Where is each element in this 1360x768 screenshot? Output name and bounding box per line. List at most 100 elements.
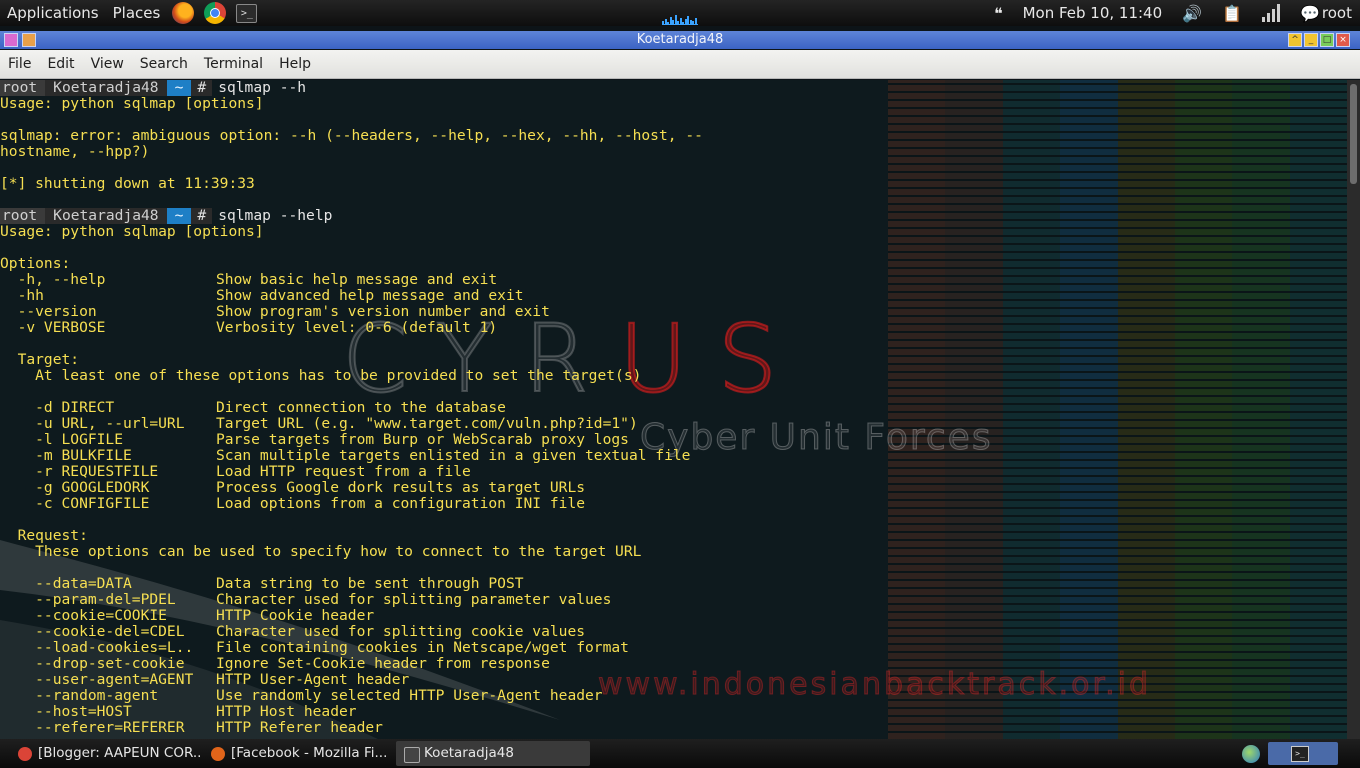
output-line: hostname, --hpp?) bbox=[0, 143, 150, 160]
help-option-line: --user-agent=AGENT HTTP User-Agent header bbox=[0, 672, 703, 688]
output-line: sqlmap: error: ambiguous option: --h (--… bbox=[0, 127, 703, 144]
option-flag: -h, --help bbox=[0, 271, 106, 288]
chrome-icon[interactable] bbox=[204, 2, 227, 24]
menu-search[interactable]: Search bbox=[132, 56, 196, 72]
output-line: These options can be used to specify how… bbox=[0, 543, 642, 560]
help-option-line: -u URL, --url=URL Target URL (e.g. "www.t… bbox=[0, 416, 703, 432]
quote-icon[interactable]: ❝ bbox=[994, 4, 1003, 23]
window-title: Koetaradja48 bbox=[636, 32, 724, 47]
help-option-line: -m BULKFILE Scan multiple targets enliste… bbox=[0, 448, 703, 464]
terminal-output: root Koetaradja48 ~ # sqlmap --h Usage: pytho… bbox=[0, 80, 703, 736]
prompt-user: root bbox=[0, 80, 46, 96]
terminal-launcher-icon[interactable]: >_ bbox=[236, 3, 258, 23]
taskbar-item-terminal[interactable]: Koetaradja48 bbox=[396, 741, 590, 766]
prompt-symbol: # bbox=[191, 80, 213, 96]
option-description: Load HTTP request from a file bbox=[216, 463, 471, 480]
output-line: At least one of these options has to be … bbox=[0, 367, 642, 384]
network-signal-icon[interactable] bbox=[1262, 4, 1280, 22]
help-option-line: -l LOGFILE Parse targets from Burp or Web… bbox=[0, 432, 703, 448]
option-flag: --cookie=COOKIE bbox=[0, 607, 167, 624]
option-description: Character used for splitting cookie valu… bbox=[216, 623, 586, 640]
option-flag: --host=HOST bbox=[0, 703, 132, 720]
option-description: Verbosity level: 0-6 (default 1) bbox=[216, 319, 498, 336]
option-flag: --drop-set-cookie bbox=[0, 655, 185, 672]
bottom-taskbar: [Blogger: AAPEUN COR... [Facebook - Mozi… bbox=[0, 739, 1360, 768]
option-description: Show program's version number and exit bbox=[216, 303, 550, 320]
clipboard-icon[interactable]: 📋 bbox=[1222, 4, 1242, 23]
option-flag: --cookie-del=CDEL bbox=[0, 623, 185, 640]
output-line: Target: bbox=[0, 351, 80, 368]
output-line: Usage: python sqlmap [options] bbox=[0, 223, 264, 240]
prompt-host: Koetaradja48 bbox=[45, 80, 167, 96]
minimize-icon[interactable]: _ bbox=[1304, 33, 1318, 47]
option-description: Target URL (e.g. "www.target.com/vuln.ph… bbox=[216, 415, 638, 432]
taskbar-item-label: [Facebook - Mozilla Fi... bbox=[231, 745, 388, 761]
chat-icon[interactable]: 💬 bbox=[1300, 4, 1320, 23]
chrome-icon bbox=[18, 747, 32, 761]
taskbar-item-label: Koetaradja48 bbox=[424, 745, 514, 761]
menu-help[interactable]: Help bbox=[271, 56, 319, 72]
wallpaper-stripe bbox=[1289, 80, 1347, 739]
option-description: Character used for splitting parameter v… bbox=[216, 591, 612, 608]
firefox-icon[interactable] bbox=[172, 2, 195, 24]
help-option-line: --drop-set-cookie Ignore Set-Cookie heade… bbox=[0, 656, 703, 672]
maximize-icon[interactable]: □ bbox=[1320, 33, 1334, 47]
help-option-line: -v VERBOSE Verbosity level: 0-6 (default … bbox=[0, 320, 703, 336]
top-panel: Applications Places >_ ❝ Mon Feb 10, 11:… bbox=[0, 0, 1360, 26]
terminal-scrollbar[interactable] bbox=[1347, 80, 1360, 739]
menu-edit[interactable]: Edit bbox=[39, 56, 82, 72]
prompt-dir: ~ bbox=[166, 80, 192, 96]
network-monitor-graph[interactable] bbox=[662, 9, 698, 25]
option-flag: -l LOGFILE bbox=[0, 431, 124, 448]
taskbar-item-facebook[interactable]: [Facebook - Mozilla Fi... bbox=[203, 741, 393, 766]
scrollbar-thumb[interactable] bbox=[1350, 84, 1357, 184]
help-option-line: --referer=REFERER HTTP Referer header bbox=[0, 720, 703, 736]
window-menu-icon[interactable] bbox=[4, 33, 18, 47]
option-description: Data string to be sent through POST bbox=[216, 575, 524, 592]
help-option-line: -hh Show advanced help message and exit bbox=[0, 288, 703, 304]
menu-terminal[interactable]: Terminal bbox=[196, 56, 271, 72]
wallpaper-stripe bbox=[1060, 80, 1118, 739]
prompt-line: root Koetaradja48 ~ # sqlmap --help bbox=[0, 208, 703, 224]
option-flag: -r REQUESTFILE bbox=[0, 463, 159, 480]
taskbar-item-label: [Blogger: AAPEUN COR... bbox=[38, 745, 200, 761]
menu-view[interactable]: View bbox=[83, 56, 132, 72]
firefox-icon bbox=[211, 747, 225, 761]
user-menu[interactable]: root bbox=[1322, 4, 1352, 22]
close-icon[interactable]: × bbox=[1336, 33, 1350, 47]
option-flag: --data=DATA bbox=[0, 575, 132, 592]
workspace-switcher[interactable]: >_ bbox=[1268, 742, 1338, 765]
option-description: HTTP Cookie header bbox=[216, 607, 375, 624]
option-description: Scan multiple targets enlisted in a give… bbox=[216, 447, 691, 464]
window-options-icon[interactable] bbox=[22, 33, 36, 47]
help-option-line: --host=HOST HTTP Host header bbox=[0, 704, 703, 720]
help-option-line: -c CONFIGFILE Load options from a configu… bbox=[0, 496, 703, 512]
help-option-line: -g GOOGLEDORK Process Google dork results… bbox=[0, 480, 703, 496]
wallpaper-stripe bbox=[945, 80, 1003, 739]
volume-icon[interactable]: 🔊 bbox=[1182, 4, 1202, 23]
option-flag: --version bbox=[0, 303, 97, 320]
clock[interactable]: Mon Feb 10, 11:40 bbox=[1023, 4, 1163, 22]
menu-file[interactable]: File bbox=[0, 56, 39, 72]
applications-menu[interactable]: Applications bbox=[0, 0, 106, 26]
window-titlebar[interactable]: Koetaradja48 ^ _ □ × bbox=[0, 31, 1360, 49]
help-option-line: -h, --help Show basic help message and ex… bbox=[0, 272, 703, 288]
option-flag: --param-del=PDEL bbox=[0, 591, 176, 608]
help-option-line: --param-del=PDEL Character used for split… bbox=[0, 592, 703, 608]
roll-up-icon[interactable]: ^ bbox=[1288, 33, 1302, 47]
option-flag: -u URL, --url=URL bbox=[0, 415, 185, 432]
places-menu[interactable]: Places bbox=[106, 0, 168, 26]
taskbar-item-blogger[interactable]: [Blogger: AAPEUN COR... bbox=[10, 741, 200, 766]
globe-icon[interactable] bbox=[1242, 745, 1260, 763]
wallpaper-stripe bbox=[1174, 80, 1233, 739]
option-description: Show advanced help message and exit bbox=[216, 287, 524, 304]
terminal-area[interactable]: CYRUS Cyber Unit Forces www.indonesianba… bbox=[0, 80, 1347, 739]
option-description: File containing cookies in Netscape/wget… bbox=[216, 639, 629, 656]
option-description: Use randomly selected HTTP User-Agent he… bbox=[216, 687, 603, 704]
output-line: [*] shutting down at 11:39:33 bbox=[0, 175, 255, 192]
